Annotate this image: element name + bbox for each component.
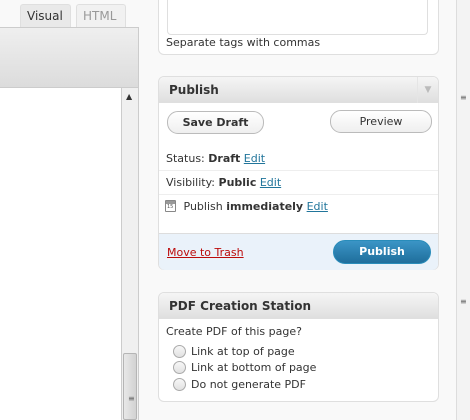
calendar-icon	[165, 200, 176, 212]
pdf-question: Create PDF of this page?	[166, 325, 302, 338]
pdf-option-label: Link at bottom of page	[191, 361, 317, 374]
pdf-panel-title: PDF Creation Station	[169, 299, 312, 313]
publish-button[interactable]: Publish	[333, 240, 431, 264]
post-editor: Visual HTML ▲ ≡	[0, 0, 139, 420]
editor-tabs: Visual HTML	[0, 0, 139, 27]
scroll-grip-icon: ≡	[128, 394, 135, 403]
editor-scroll-thumb[interactable]: ≡	[123, 353, 137, 420]
publish-panel: Publish ▼ Save Draft Preview Status: Dra…	[158, 76, 439, 270]
preview-button[interactable]: Preview	[330, 110, 432, 133]
visibility-edit-link[interactable]: Edit	[260, 176, 281, 189]
divider	[159, 194, 438, 195]
radio-button[interactable]	[173, 378, 186, 391]
pdf-option-label: Link at top of page	[191, 345, 295, 358]
visibility-row: Visibility: Public Edit	[166, 176, 281, 189]
publish-panel-title: Publish	[169, 83, 219, 97]
schedule-edit-link[interactable]: Edit	[307, 200, 328, 213]
scroll-grip-icon: ≡	[460, 93, 467, 102]
visibility-label: Visibility:	[166, 176, 216, 189]
scroll-grip-icon: ≡	[460, 297, 467, 306]
schedule-value: immediately	[226, 200, 304, 213]
divider	[159, 170, 438, 171]
page-scrollbar[interactable]: ≡ ≡	[456, 0, 470, 420]
tab-html[interactable]: HTML	[76, 4, 126, 27]
scroll-up-arrow-icon[interactable]: ▲	[126, 92, 132, 101]
tags-hint: Separate tags with commas	[166, 36, 321, 49]
tags-textarea[interactable]	[167, 0, 428, 35]
save-draft-button[interactable]: Save Draft	[167, 111, 264, 134]
pdf-option-none[interactable]: Do not generate PDF	[173, 378, 306, 391]
radio-button[interactable]	[173, 361, 186, 374]
visibility-value: Public	[218, 176, 257, 189]
pdf-option-top[interactable]: Link at top of page	[173, 345, 295, 358]
pdf-panel-header[interactable]: PDF Creation Station	[159, 293, 438, 319]
collapse-arrow-icon[interactable]: ▼	[417, 77, 438, 103]
status-edit-link[interactable]: Edit	[244, 152, 265, 165]
editor-toolbar	[0, 27, 139, 88]
tab-visual[interactable]: Visual	[20, 4, 71, 27]
editor-content-area[interactable]	[0, 88, 122, 420]
schedule-label: Publish	[183, 200, 223, 213]
radio-button[interactable]	[173, 345, 186, 358]
editor-scrollbar[interactable]: ▲ ≡	[122, 88, 139, 420]
status-label: Status:	[166, 152, 205, 165]
tags-panel: Separate tags with commas	[158, 0, 439, 55]
pdf-creation-panel: PDF Creation Station Create PDF of this …	[158, 292, 439, 402]
status-row: Status: Draft Edit	[166, 152, 265, 165]
status-value: Draft	[208, 152, 241, 165]
pdf-option-bottom[interactable]: Link at bottom of page	[173, 361, 316, 374]
pdf-option-label: Do not generate PDF	[191, 378, 306, 391]
publish-panel-header[interactable]: Publish ▼	[159, 77, 438, 103]
move-to-trash-link[interactable]: Move to Trash	[167, 246, 244, 259]
publish-actions: Move to Trash Publish	[159, 233, 438, 270]
schedule-row: Publish immediately Edit	[165, 200, 328, 213]
